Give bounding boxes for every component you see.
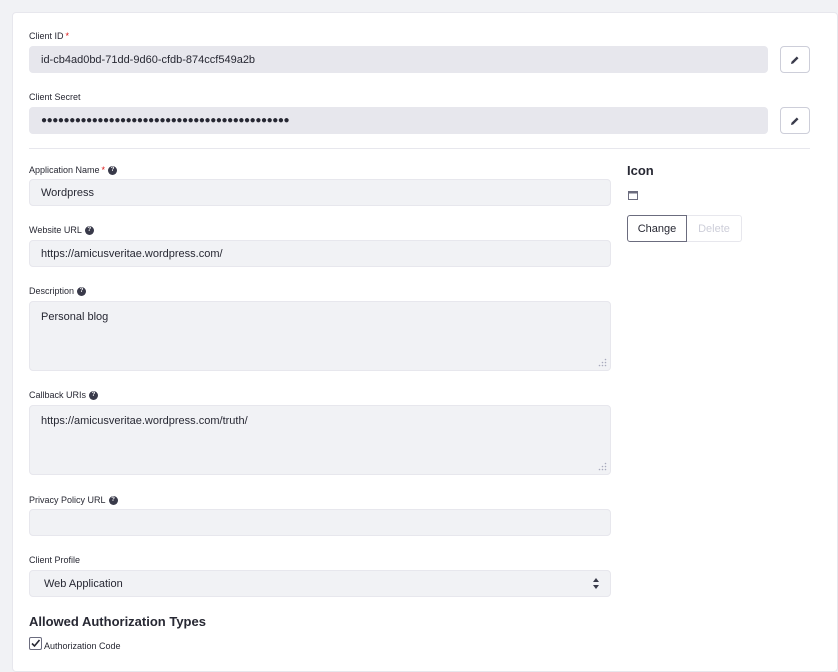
privacy-policy-url-label-text: Privacy Policy URL xyxy=(29,495,106,505)
resize-grip-icon[interactable] xyxy=(598,358,607,367)
question-icon[interactable]: ? xyxy=(77,287,87,296)
client-secret-label-text: Client Secret xyxy=(29,92,81,102)
privacy-policy-url-label: Privacy Policy URL? xyxy=(29,495,118,506)
image-placeholder-icon xyxy=(628,191,638,200)
privacy-policy-url-input[interactable] xyxy=(29,509,611,536)
question-icon[interactable]: ? xyxy=(108,166,118,175)
application-name-label: Application Name *? xyxy=(29,165,118,176)
authorization-code-label: Authorization Code xyxy=(44,641,121,651)
question-icon[interactable]: ? xyxy=(108,496,118,505)
delete-icon-button[interactable]: Delete xyxy=(687,215,742,242)
description-label-text: Description xyxy=(29,286,75,296)
question-icon[interactable]: ? xyxy=(89,391,99,400)
client-secret-value: ●●●●●●●●●●●●●●●●●●●●●●●●●●●●●●●●●●●●●●●●… xyxy=(41,115,290,126)
application-name-value: Wordpress xyxy=(41,186,94,199)
website-url-value: https://amicusveritae.wordpress.com/ xyxy=(41,247,223,260)
client-id-label-text: Client ID xyxy=(29,31,64,41)
section-divider xyxy=(29,148,810,149)
pencil-icon xyxy=(791,117,799,125)
client-id-label: Client ID * xyxy=(29,31,69,42)
edit-client-id-button[interactable] xyxy=(780,46,810,73)
website-url-input[interactable]: https://amicusveritae.wordpress.com/ xyxy=(29,240,611,267)
callback-uris-label-text: Callback URIs xyxy=(29,390,87,400)
authorization-code-checkbox[interactable] xyxy=(29,637,42,650)
application-name-label-text: Application Name xyxy=(29,165,100,175)
resize-grip-icon[interactable] xyxy=(598,462,607,471)
application-name-input[interactable]: Wordpress xyxy=(29,179,611,206)
check-icon xyxy=(31,639,41,648)
callback-uris-value: https://amicusveritae.wordpress.com/trut… xyxy=(41,415,248,427)
website-url-label: Website URL? xyxy=(29,225,94,236)
change-icon-button[interactable]: Change xyxy=(627,215,687,242)
client-id-value: id-cb4ad0bd-71dd-9d60-cfdb-874ccf549a2b xyxy=(41,53,256,66)
callback-uris-label: Callback URIs? xyxy=(29,390,99,401)
description-textarea[interactable]: Personal blog xyxy=(29,301,611,371)
icon-section-title: Icon xyxy=(627,163,654,178)
select-arrows-icon xyxy=(593,578,599,589)
description-label: Description? xyxy=(29,286,87,297)
callback-uris-textarea[interactable]: https://amicusveritae.wordpress.com/trut… xyxy=(29,405,611,475)
website-url-label-text: Website URL xyxy=(29,225,82,235)
client-id-field[interactable]: id-cb4ad0bd-71dd-9d60-cfdb-874ccf549a2b xyxy=(29,46,768,73)
client-profile-select[interactable]: Web Application xyxy=(29,570,611,597)
pencil-icon xyxy=(791,56,799,64)
description-value: Personal blog xyxy=(41,311,109,323)
authorization-types-title: Allowed Authorization Types xyxy=(29,614,206,629)
required-mark: * xyxy=(65,31,70,41)
edit-client-secret-button[interactable] xyxy=(780,107,810,134)
required-mark: * xyxy=(101,165,106,175)
client-profile-selected: Web Application xyxy=(44,577,123,590)
question-icon[interactable]: ? xyxy=(84,226,94,235)
client-secret-field[interactable]: ●●●●●●●●●●●●●●●●●●●●●●●●●●●●●●●●●●●●●●●●… xyxy=(29,107,768,134)
client-profile-label-text: Client Profile xyxy=(29,555,81,565)
client-secret-label: Client Secret xyxy=(29,92,81,103)
client-profile-label: Client Profile xyxy=(29,555,80,566)
